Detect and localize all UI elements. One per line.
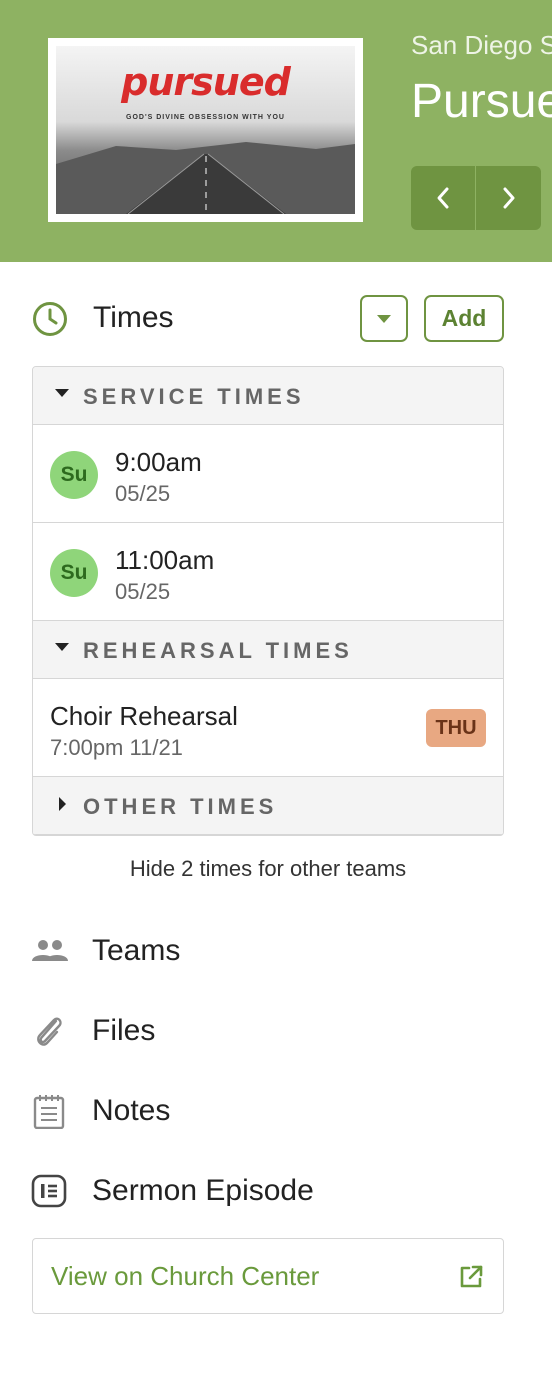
church-center-label: View on Church Center: [51, 1261, 320, 1291]
notepad-icon: [33, 1095, 65, 1129]
next-plan-button[interactable]: [476, 166, 541, 230]
paperclip-icon: [37, 1017, 62, 1046]
day-avatar: Su: [50, 549, 98, 597]
day-avatar: Su: [50, 451, 98, 499]
sidebar-item-sermon-episode[interactable]: Sermon Episode: [30, 1166, 510, 1216]
service-times-header[interactable]: SERVICE TIMES: [33, 367, 503, 425]
section-label: REHEARSAL TIMES: [83, 638, 353, 663]
section-label: OTHER TIMES: [83, 794, 278, 819]
section-label: SERVICE TIMES: [83, 384, 305, 409]
sidebar-item-notes[interactable]: Notes: [30, 1086, 510, 1136]
sidebar-item-label: Notes: [92, 1094, 171, 1127]
chevron-right-icon: [503, 187, 514, 209]
day-badge: THU: [426, 709, 486, 747]
rehearsal-name: Choir Rehearsal: [50, 701, 238, 731]
view-on-church-center-link[interactable]: View on Church Center: [32, 1238, 504, 1314]
service-time-row[interactable]: Su 11:00am 05/25: [33, 523, 503, 621]
series-artwork[interactable]: pursued GOD'S DIVINE OBSESSION WITH YOU: [48, 38, 363, 222]
times-header: Times Add: [32, 295, 504, 343]
clock-icon: [33, 302, 67, 336]
external-link-icon: [460, 1265, 483, 1288]
people-icon: [32, 940, 68, 961]
sidebar-item-label: Teams: [92, 934, 181, 967]
caret-down-icon: [55, 389, 69, 397]
other-times-header[interactable]: OTHER TIMES: [33, 777, 503, 835]
artwork-subtitle: GOD'S DIVINE OBSESSION WITH YOU: [126, 114, 285, 121]
service-type-name: San Diego S: [411, 30, 552, 60]
caret-down-icon: [55, 643, 69, 651]
service-date: 05/25: [115, 481, 171, 506]
times-title: Times: [93, 301, 174, 334]
service-time: 11:00am: [115, 545, 215, 575]
artwork-title: pursued: [121, 60, 291, 104]
sidebar-item-label: Files: [92, 1014, 156, 1047]
caret-right-icon: [59, 797, 66, 811]
plan-navigation: [411, 166, 541, 230]
sidebar-item-files[interactable]: Files: [30, 1006, 510, 1056]
sidebar-item-teams[interactable]: Teams: [30, 926, 510, 976]
episode-icon: [31, 1174, 67, 1208]
plan-header: pursued GOD'S DIVINE OBSESSION WITH YOU …: [0, 0, 552, 262]
sidebar-item-label: Sermon Episode: [92, 1174, 314, 1207]
rehearsal-times-header[interactable]: REHEARSAL TIMES: [33, 621, 503, 679]
artwork-image: pursued GOD'S DIVINE OBSESSION WITH YOU: [56, 46, 355, 214]
rehearsal-datetime: 7:00pm 11/21: [50, 735, 183, 760]
times-dropdown-button[interactable]: [360, 295, 408, 342]
rehearsal-time-row[interactable]: Choir Rehearsal 7:00pm 11/21 THU: [33, 679, 503, 777]
plan-title: Pursue: [411, 75, 552, 128]
add-time-button[interactable]: Add: [424, 295, 504, 342]
caret-down-icon: [377, 314, 391, 323]
service-time: 9:00am: [115, 447, 202, 477]
previous-plan-button[interactable]: [411, 166, 476, 230]
service-time-row[interactable]: Su 9:00am 05/25: [33, 425, 503, 523]
service-date: 05/25: [115, 579, 171, 604]
hide-other-times-link[interactable]: Hide 2 times for other teams: [32, 856, 504, 882]
chevron-left-icon: [437, 187, 449, 209]
times-panel: SERVICE TIMES Su 9:00am 05/25 Su 11:00am…: [32, 366, 504, 836]
